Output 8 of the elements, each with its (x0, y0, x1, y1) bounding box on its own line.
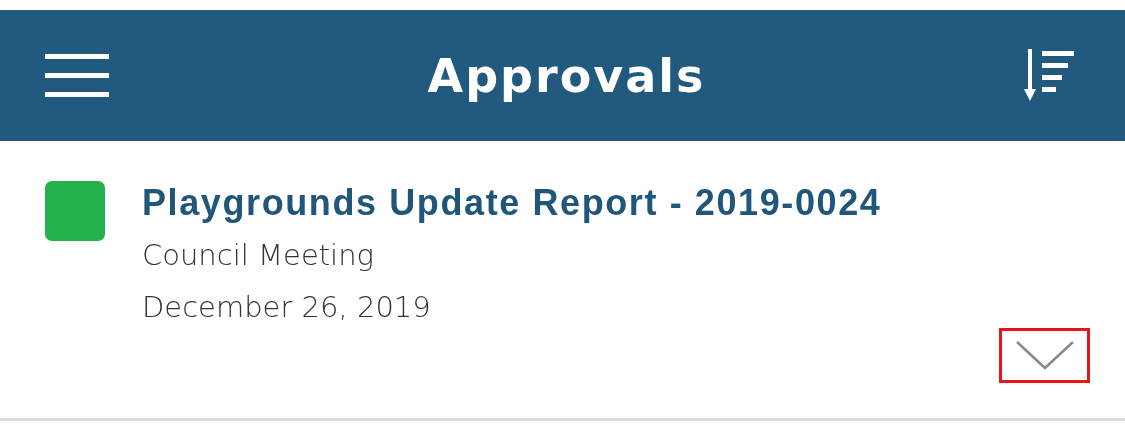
meeting-date: December 26, 2019 (142, 289, 432, 326)
expand-button[interactable] (999, 328, 1090, 383)
item-title: Playgrounds Update Report - 2019-0024 (142, 181, 883, 225)
menu-button[interactable] (45, 53, 109, 98)
chevron-icon (1014, 339, 1075, 372)
menu-icon (45, 53, 109, 98)
page-title: Approvals (427, 48, 706, 103)
meeting-type: Council Meeting (142, 237, 375, 274)
